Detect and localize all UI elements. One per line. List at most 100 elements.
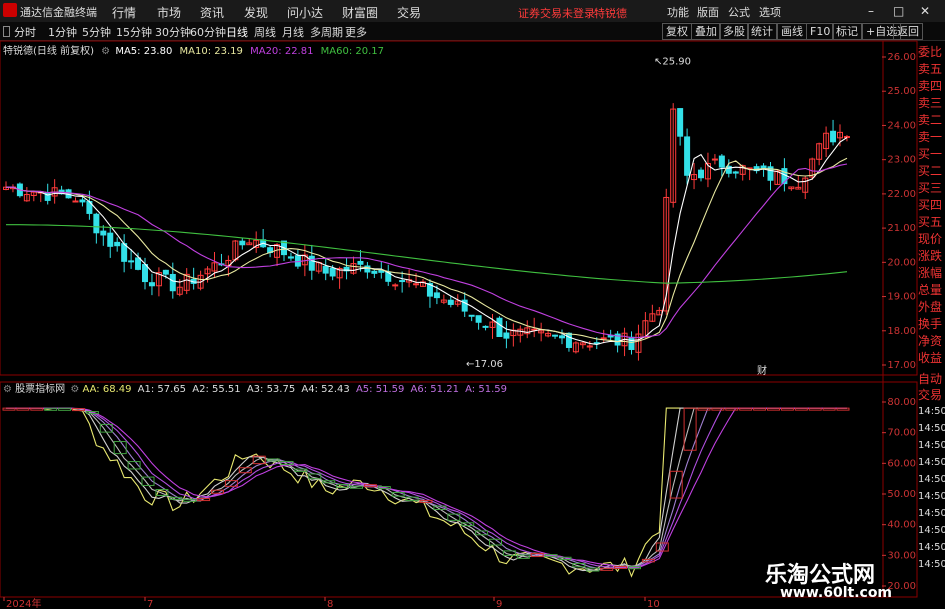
period-daily[interactable]: 日线 [226,24,248,40]
side-field-15: 外盘 [918,300,943,314]
candle-body [677,108,684,137]
price-axis-label: 18.00 [887,326,916,337]
step-box [836,407,850,411]
alert-stock-name[interactable]: 特锐德 [594,5,627,21]
stock-title[interactable]: 特锐德(日线 前复权) [3,46,94,57]
period-15min[interactable]: 15分钟 [116,24,152,40]
date-axis-label: 8 [327,599,333,609]
candle-body [413,283,420,286]
candle-body [100,230,107,236]
candle-body [114,241,121,247]
menu-banmian[interactable]: 版面 [697,4,719,20]
date-axis-label: 7 [147,599,153,609]
indicator-name[interactable]: 股票指标网 [15,384,65,395]
period-more[interactable]: 更多 [345,24,367,40]
period-60min[interactable]: 60分钟 [190,24,226,40]
candle-body [600,337,607,340]
indicator-gear-icon[interactable]: ⚙ [70,384,79,395]
candle-body [107,232,114,247]
side-field-1: 卖五 [918,62,943,76]
price-axis-label: 22.00 [887,189,916,200]
indicator-axis-label: 40.00 [887,520,916,531]
period-weekly[interactable]: 周线 [254,24,276,40]
back-button[interactable]: 返回 [893,23,923,40]
side-field-16: 换手 [918,317,943,331]
menu-xuanxiang[interactable]: 选项 [759,4,781,20]
minimize-button[interactable]: – [868,4,874,18]
period-monthly[interactable]: 月线 [282,24,304,40]
ma60-label: MA60: 20.17 [320,46,385,57]
settings-gear-icon[interactable]: ⚙ [101,46,110,57]
menu-caifuquan[interactable]: 财富圈 [342,4,378,21]
side-field-6: 买一 [918,147,943,161]
price-axis-label: 17.00 [887,360,916,371]
menu-shichang[interactable]: 市场 [157,4,181,21]
trade-login-alert[interactable]: 证券交易未登录 [518,5,595,21]
trade-time-9: 14:50 [918,559,945,570]
period-5min[interactable]: 5分钟 [82,24,111,40]
candle-body [308,255,315,271]
side-lower-0[interactable]: 自动 [918,371,945,387]
candle-body [760,165,767,169]
step-box [739,407,753,411]
candle-body [843,136,850,139]
kline-chart-svg[interactable]: 26.00 25.00 24.00 23.00 22.00 21.00 20.00 19.00… [0,40,918,609]
a2-label: A2: 55.51 [192,384,241,395]
quote-side-panel: 委比 卖五 卖四 卖三 卖二 卖一 买一 买二 买三 买四 买五 现价 涨跌 涨幅 总量 外盘 换手 净资 收益 自动… [918,44,945,573]
a1-label: A1: 57.65 [137,384,187,395]
side-field-5: 卖一 [918,130,943,144]
maximize-button[interactable]: □ [893,4,904,18]
menu-zixun[interactable]: 资讯 [200,4,224,21]
ma-legend: 特锐德(日线 前复权) ⚙ MA5: 23.80 MA10: 23.19 MA2… [3,42,384,57]
period-fenshi[interactable]: 分时 [14,24,36,40]
step-box [808,407,822,411]
menu-faxian[interactable]: 发现 [244,4,268,21]
step-box [30,407,44,411]
candle-body [322,265,329,274]
candle-body [496,317,503,338]
step-box [16,407,30,411]
period-1min[interactable]: 1分钟 [48,24,77,40]
candle-body [287,256,294,259]
mark-button[interactable]: 标记 [832,23,862,40]
menu-jiaoyi[interactable]: 交易 [397,4,421,21]
candle-body [552,334,559,337]
step-box [336,484,350,488]
menu-hangqing[interactable]: 行情 [112,4,136,21]
candle-body [830,130,837,143]
a5-label: A5: 51.59 [355,384,405,395]
trade-time-3: 14:50 [918,457,945,468]
price-axis-label: 24.00 [887,120,916,131]
candle-body [239,240,246,246]
menu-wenxiaoda[interactable]: 问小达 [287,4,323,21]
statistics-button[interactable]: 统计 [747,23,777,40]
close-button[interactable]: ✕ [920,4,930,18]
candle-body [93,213,100,234]
a6-label: A6: 51.21 [410,384,459,395]
settings-gear-icon[interactable]: ⚙ [3,384,12,395]
candle-body [72,200,79,203]
price-axis-label: 25.00 [887,86,916,97]
high-price-annotation: ↖25.90 [654,56,691,67]
step-box [822,407,836,411]
candle-body [142,264,148,283]
trade-time-7: 14:50 [918,525,945,536]
candle-body [559,335,565,339]
overlay-button[interactable]: 叠加 [691,23,721,40]
menu-gongneng[interactable]: 功能 [667,4,689,20]
adjust-button[interactable]: 复权 [662,23,692,40]
draw-line-button[interactable]: 画线 [777,23,807,40]
multi-stock-button[interactable]: 多股 [719,23,749,40]
candle-body [684,136,691,176]
layout-icon[interactable] [3,26,10,37]
candle-body [294,255,301,267]
a3-label: A3: 53.75 [246,384,296,395]
side-lower-1[interactable]: 交易 [918,387,945,403]
step-box [794,407,808,411]
price-axis-label: 20.00 [887,257,916,268]
period-multi[interactable]: 多周期 [310,24,343,40]
period-30min[interactable]: 30分钟 [155,24,191,40]
low-price-annotation: ←17.06 [466,359,503,370]
menu-gongshi[interactable]: 公式 [728,4,750,20]
f10-button[interactable]: F10 [806,23,835,40]
